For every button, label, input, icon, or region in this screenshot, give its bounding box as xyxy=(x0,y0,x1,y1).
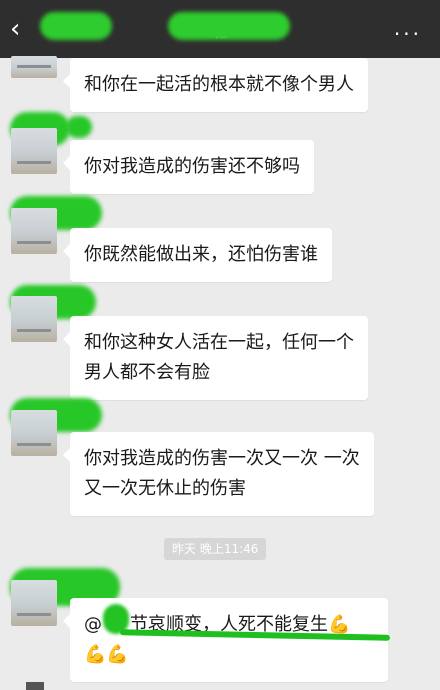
message-text: 你既然能做出来，还怕伤害谁 xyxy=(84,244,318,265)
avatar[interactable] xyxy=(11,580,57,626)
message-text: 你对我造成的伤害还不够吗 xyxy=(84,156,300,177)
message-bubble[interactable]: 你既然能做出来，还怕伤害谁 xyxy=(63,228,332,282)
redaction-mark xyxy=(168,12,290,40)
message-bubble[interactable]: 你对我造成的伤害一次又一次 一次 又一次无休止的伤害 xyxy=(63,432,374,516)
avatar[interactable] xyxy=(11,56,57,78)
message-bubble[interactable]: 你对我造成的伤害还不够吗 xyxy=(63,140,314,194)
message-bubble[interactable]: 和你在一起活的根本就不像个男人 xyxy=(63,58,368,112)
message-text-line: 男人都不会有脸 xyxy=(84,362,210,383)
avatar[interactable] xyxy=(11,410,57,456)
more-options-icon[interactable]: ... xyxy=(394,16,422,40)
avatar[interactable] xyxy=(11,128,57,174)
muscle-emoji-row: 💪💪 xyxy=(84,644,129,665)
message-bubble[interactable]: 和你这种女人活在一起，任何一个 男人都不会有脸 xyxy=(63,316,368,400)
message-text-line: 又一次无休止的伤害 xyxy=(84,478,246,499)
message-text-line: 和你这种女人活在一起，任何一个 xyxy=(84,332,354,353)
input-bar-edge xyxy=(26,682,44,690)
avatar[interactable] xyxy=(11,208,57,254)
avatar[interactable] xyxy=(11,296,57,342)
mention-prefix: @ xyxy=(84,614,102,635)
chat-title-bar: ‹ 一班 ... xyxy=(0,0,440,58)
message-text-line: 你对我造成的伤害一次又一次 一次 xyxy=(84,448,360,469)
redaction-mark xyxy=(66,116,92,138)
timestamp: 昨天 晚上11:46 xyxy=(164,538,267,560)
muscle-emoji: 💪 xyxy=(328,614,351,635)
message-text: 和你在一起活的根本就不像个男人 xyxy=(84,74,354,95)
